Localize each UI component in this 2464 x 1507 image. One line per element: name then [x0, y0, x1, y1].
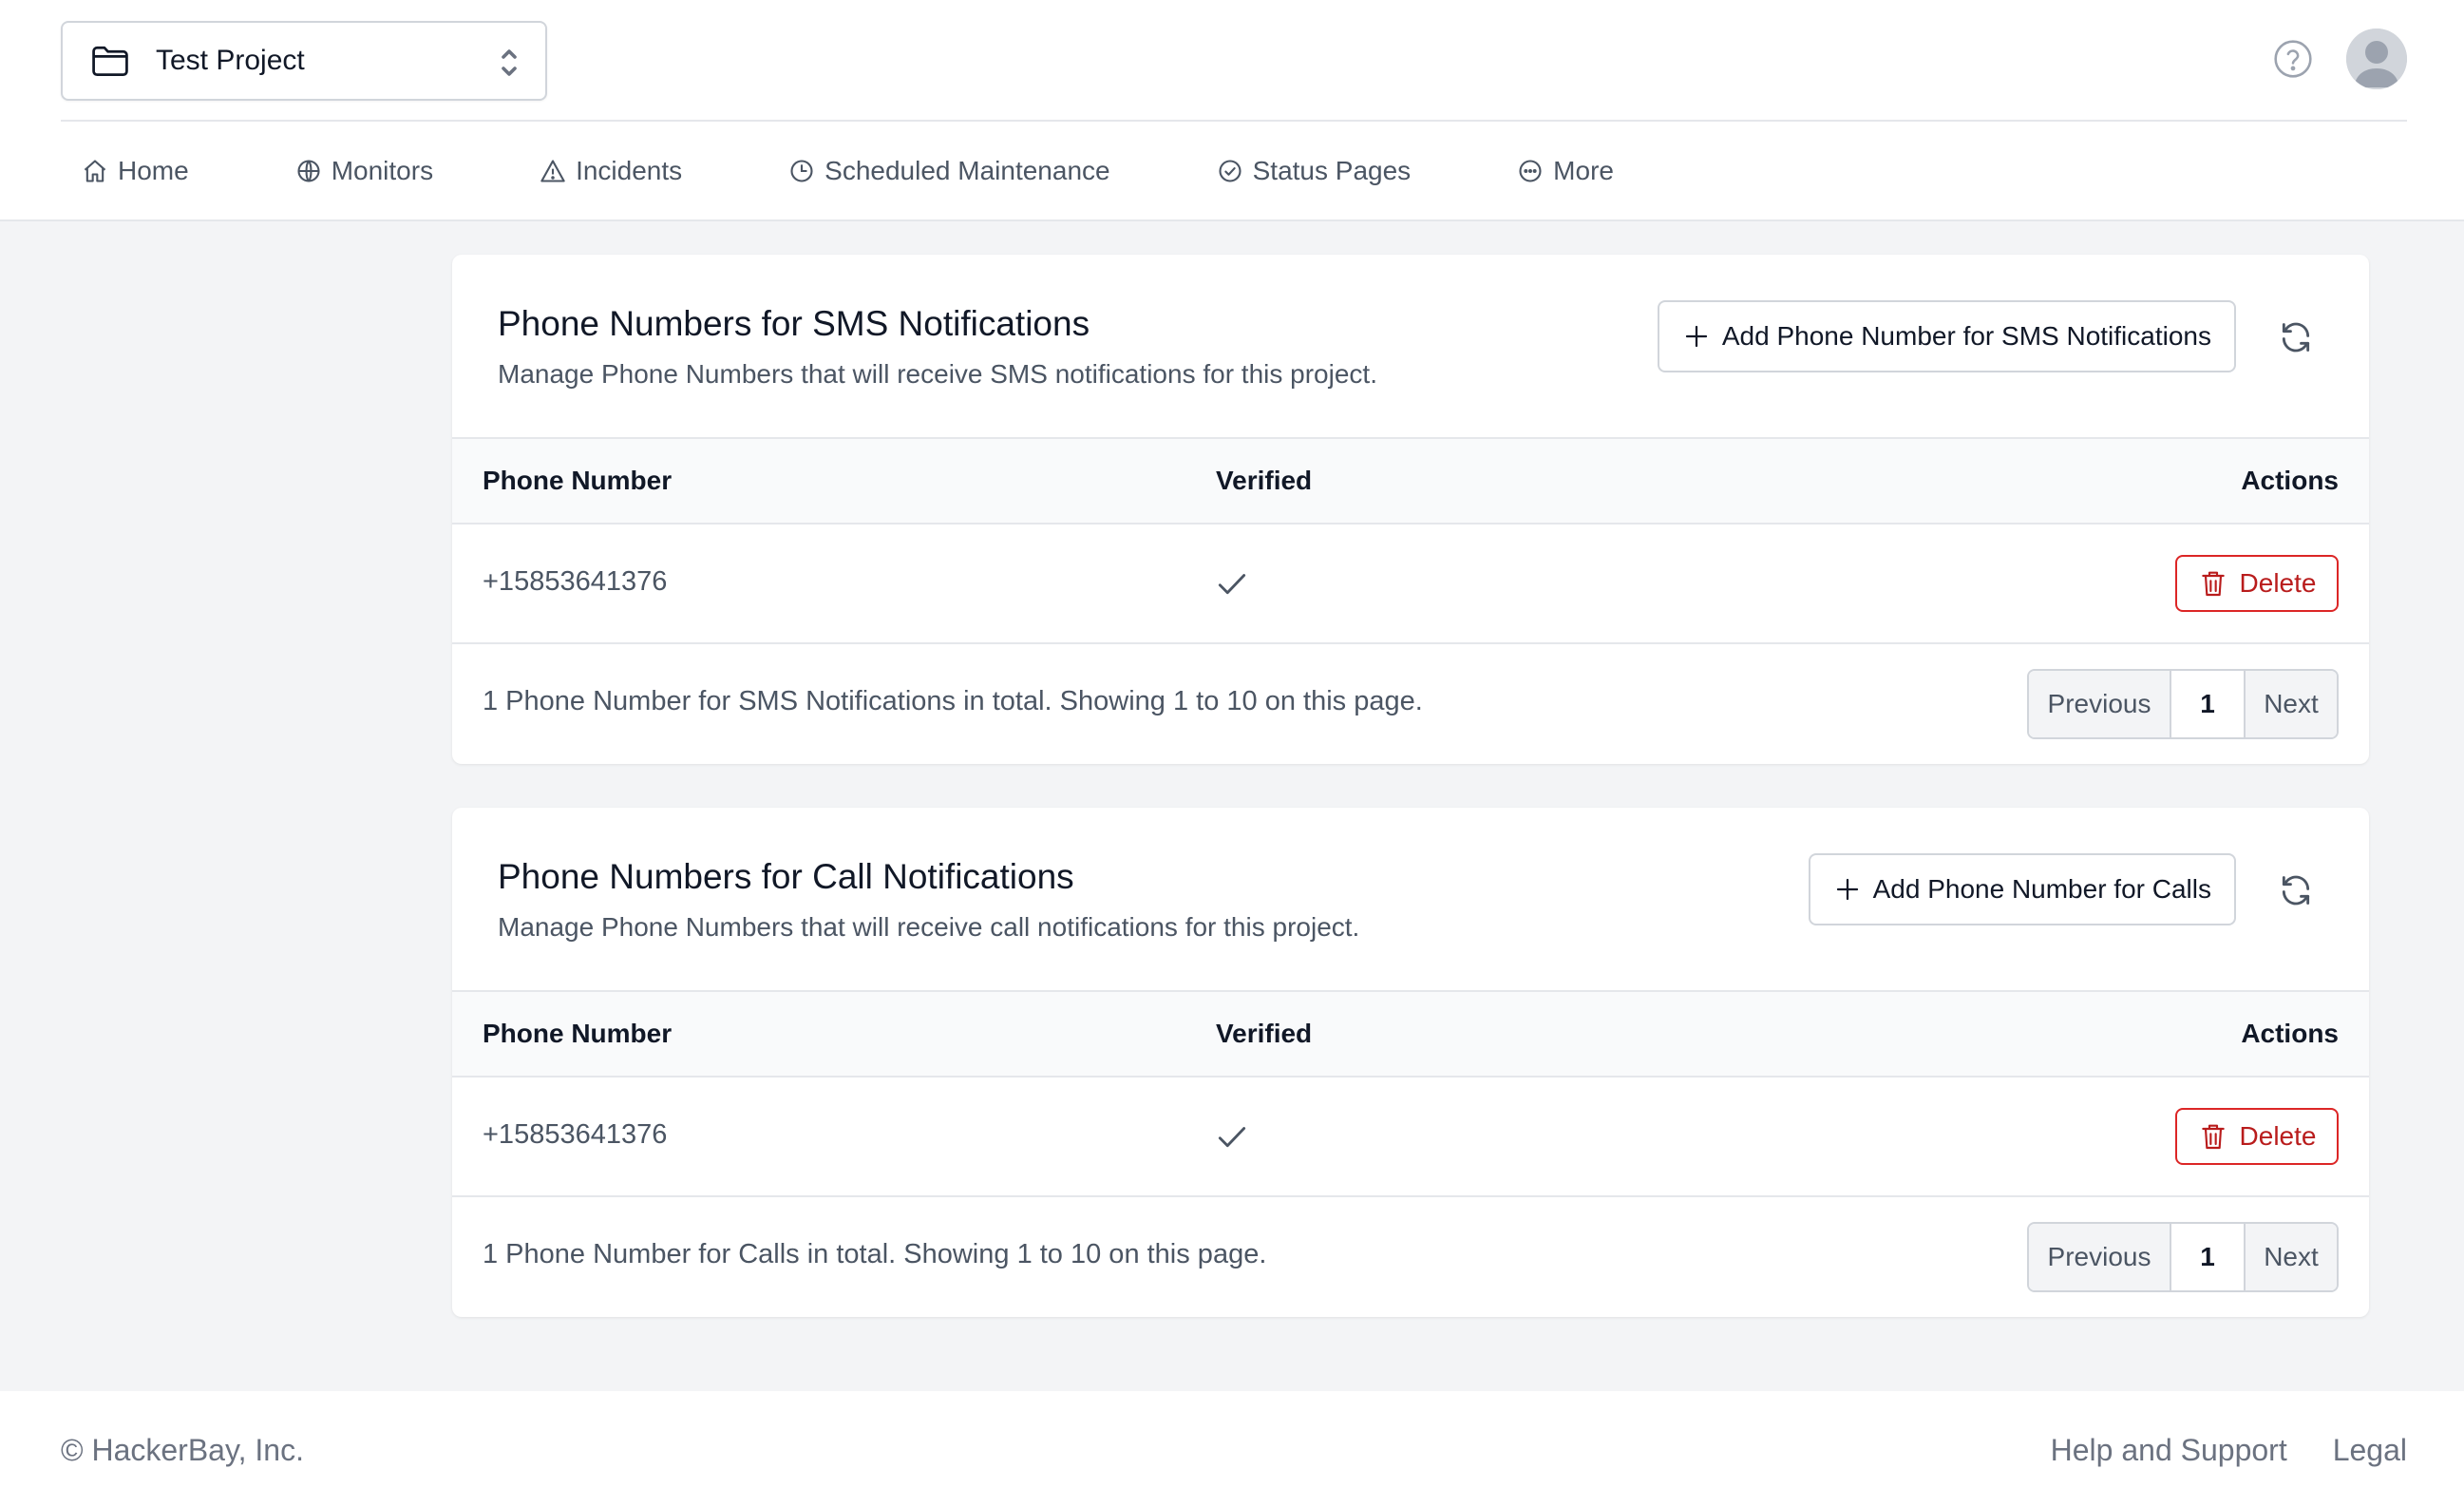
nav-scheduled-maintenance-label: Scheduled Maintenance: [824, 156, 1110, 185]
trash-icon: [2201, 1124, 2225, 1150]
phone-number-cell: +15853641376: [483, 1119, 668, 1150]
page-footer: © HackerBay, Inc. Help and Support Legal: [0, 1391, 2464, 1507]
legal-link[interactable]: Legal: [2333, 1433, 2407, 1468]
main-nav: Home Monitors Incidents Scheduled Mainte…: [82, 143, 1720, 200]
table-row: +15853641376 Delete: [452, 525, 2369, 644]
refresh-icon[interactable]: [2278, 319, 2314, 355]
table-row: +15853641376 Delete: [452, 1078, 2369, 1197]
column-verified: Verified: [1216, 1019, 1313, 1048]
chevron-up-down-icon: [502, 49, 517, 76]
next-page-button[interactable]: Next: [2246, 1224, 2337, 1290]
nav-home-label: Home: [118, 156, 189, 185]
table-footer: 1 Phone Number for SMS Notifications in …: [452, 644, 2369, 764]
copyright-text: © HackerBay, Inc.: [61, 1433, 304, 1467]
check-icon: [1218, 1127, 1246, 1148]
add-button-label: Add Phone Number for SMS Notifications: [1721, 321, 2211, 351]
nav-home[interactable]: Home: [82, 143, 189, 200]
card-description: Manage Phone Numbers that will receive S…: [498, 359, 1377, 389]
project-selector[interactable]: Test Project: [61, 21, 547, 101]
ellipsis-circle-icon: [1519, 160, 1542, 182]
add-call-number-button[interactable]: Add Phone Number for Calls: [1808, 853, 2236, 925]
delete-button[interactable]: Delete: [2175, 1108, 2339, 1165]
sms-numbers-card: Phone Numbers for SMS Notifications Mana…: [452, 255, 2369, 764]
nav-incidents-label: Incidents: [576, 156, 683, 185]
add-button-label: Add Phone Number for Calls: [1872, 874, 2211, 904]
table-header: Phone Number Verified Actions: [452, 437, 2369, 525]
previous-page-button[interactable]: Previous: [2029, 1224, 2171, 1290]
table-footer: 1 Phone Number for Calls in total. Showi…: [452, 1197, 2369, 1317]
delete-button-label: Delete: [2239, 568, 2317, 598]
nav-more-label: More: [1553, 156, 1614, 185]
card-title: Phone Numbers for Call Notifications: [498, 857, 1074, 896]
phone-number-cell: +15853641376: [483, 566, 668, 597]
pagination: Previous 1 Next: [2027, 1222, 2339, 1292]
column-phone-number: Phone Number: [483, 1019, 673, 1048]
plus-icon: [1685, 325, 1707, 348]
delete-button-label: Delete: [2239, 1121, 2317, 1151]
check-icon: [1218, 574, 1246, 595]
warning-triangle-icon: [540, 160, 565, 182]
add-sms-number-button[interactable]: Add Phone Number for SMS Notifications: [1657, 300, 2236, 372]
nav-incidents[interactable]: Incidents: [540, 143, 682, 200]
column-verified: Verified: [1216, 466, 1313, 495]
pagination: Previous 1 Next: [2027, 669, 2339, 739]
clock-icon: [790, 160, 813, 182]
nav-status-pages[interactable]: Status Pages: [1217, 143, 1412, 200]
nav-monitors[interactable]: Monitors: [295, 143, 433, 200]
delete-button[interactable]: Delete: [2175, 555, 2339, 612]
trash-icon: [2201, 571, 2225, 597]
nav-monitors-label: Monitors: [331, 156, 434, 185]
current-page-button[interactable]: 1: [2171, 1224, 2246, 1290]
table-header: Phone Number Verified Actions: [452, 990, 2369, 1078]
question-circle-icon[interactable]: [2272, 38, 2314, 80]
call-numbers-card: Phone Numbers for Call Notifications Man…: [452, 808, 2369, 1317]
footer-links: Help and Support Legal: [2005, 1433, 2407, 1468]
pagination-summary: 1 Phone Number for SMS Notifications in …: [483, 686, 1423, 716]
pagination-summary: 1 Phone Number for Calls in total. Showi…: [483, 1239, 1267, 1269]
card-title: Phone Numbers for SMS Notifications: [498, 304, 1090, 343]
home-icon: [84, 160, 106, 182]
previous-page-button[interactable]: Previous: [2029, 671, 2171, 737]
project-name: Test Project: [156, 45, 305, 76]
column-phone-number: Phone Number: [483, 466, 673, 495]
refresh-icon[interactable]: [2278, 872, 2314, 908]
folder-icon: [92, 46, 128, 77]
plus-icon: [1836, 878, 1858, 901]
column-actions: Actions: [2241, 466, 2339, 495]
nav-status-pages-label: Status Pages: [1252, 156, 1412, 185]
header-divider: [61, 120, 2407, 122]
next-page-button[interactable]: Next: [2246, 671, 2337, 737]
nav-more[interactable]: More: [1517, 143, 1614, 200]
top-header: Test Project Home Monitors Incidents Sch…: [0, 0, 2464, 221]
nav-scheduled-maintenance[interactable]: Scheduled Maintenance: [788, 143, 1110, 200]
current-page-button[interactable]: 1: [2171, 671, 2246, 737]
card-description: Manage Phone Numbers that will receive c…: [498, 912, 1360, 942]
globe-icon: [297, 160, 320, 182]
user-avatar[interactable]: [2346, 29, 2407, 89]
user-avatar-icon: [2346, 29, 2407, 89]
help-and-support-link[interactable]: Help and Support: [2051, 1433, 2287, 1468]
column-actions: Actions: [2241, 1019, 2339, 1048]
check-circle-icon: [1219, 160, 1241, 182]
